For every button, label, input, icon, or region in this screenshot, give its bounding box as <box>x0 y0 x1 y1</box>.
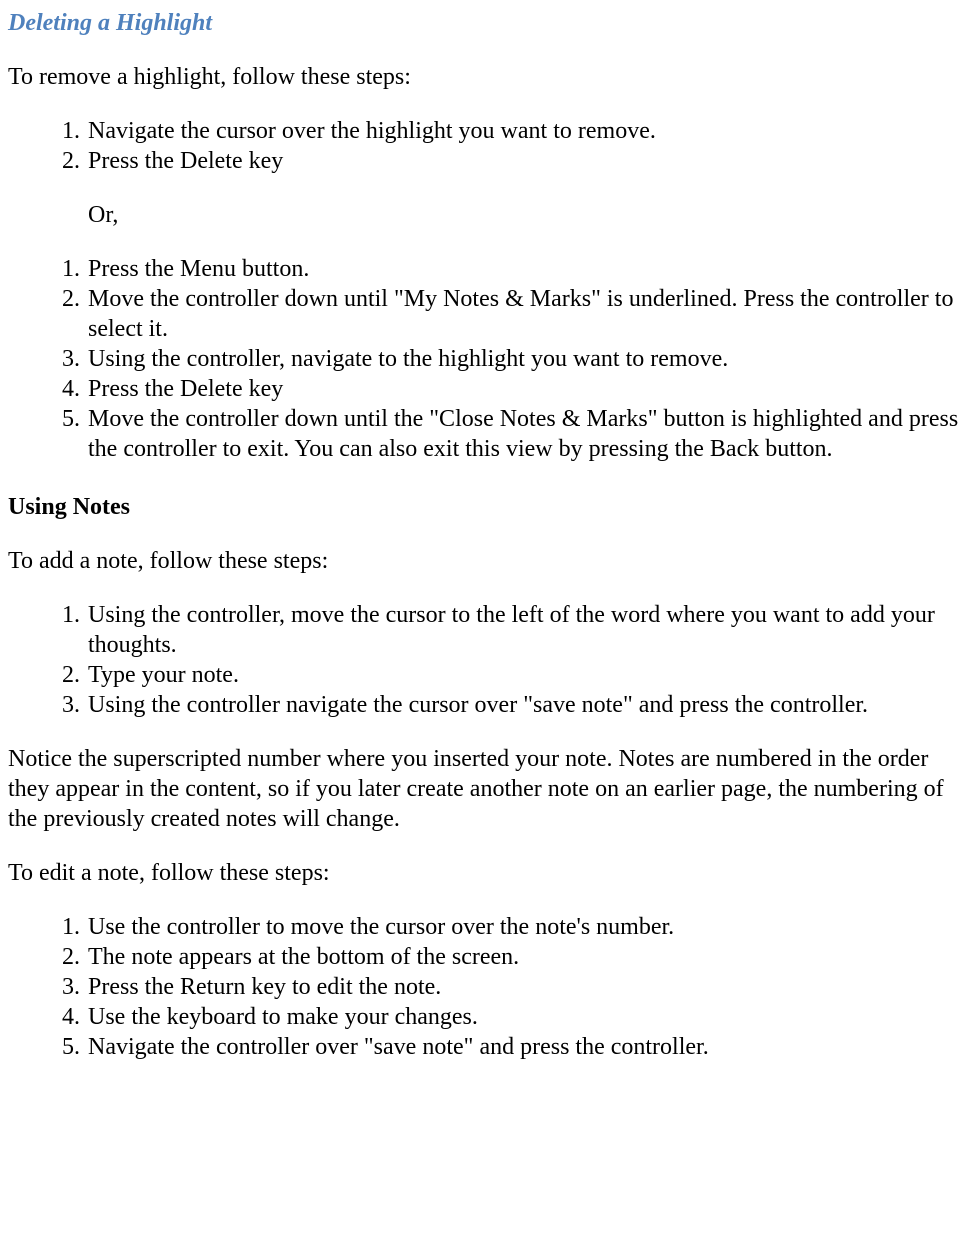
steps-list-3: Using the controller, move the cursor to… <box>8 600 967 720</box>
subheading-using-notes: Using Notes <box>8 492 967 522</box>
notice-paragraph: Notice the superscripted number where yo… <box>8 744 967 834</box>
list-item: Press the Menu button. <box>86 254 967 284</box>
list-item: Using the controller navigate the cursor… <box>86 690 967 720</box>
steps-list-2: Press the Menu button. Move the controll… <box>8 254 967 464</box>
list-item: Use the keyboard to make your changes. <box>86 1002 967 1032</box>
list-item: Press the Delete key Or, <box>86 146 967 230</box>
list-item: Press the Delete key <box>86 374 967 404</box>
list-item: Type your note. <box>86 660 967 690</box>
list-item-text: Press the Delete key <box>88 148 283 174</box>
list-item: Navigate the cursor over the highlight y… <box>86 116 967 146</box>
intro-paragraph-1: To remove a highlight, follow these step… <box>8 62 967 92</box>
list-item: Move the controller down until "My Notes… <box>86 284 967 344</box>
list-item: Navigate the controller over "save note"… <box>86 1032 967 1062</box>
steps-list-1: Navigate the cursor over the highlight y… <box>8 116 967 230</box>
list-item: Press the Return key to edit the note. <box>86 972 967 1002</box>
intro-paragraph-2: To add a note, follow these steps: <box>8 546 967 576</box>
intro-paragraph-3: To edit a note, follow these steps: <box>8 858 967 888</box>
list-item: Move the controller down until the "Clos… <box>86 404 967 464</box>
list-item: Use the controller to move the cursor ov… <box>86 912 967 942</box>
or-text: Or, <box>88 200 967 230</box>
section-heading-deleting: Deleting a Highlight <box>8 8 967 38</box>
steps-list-4: Use the controller to move the cursor ov… <box>8 912 967 1062</box>
list-item: The note appears at the bottom of the sc… <box>86 942 967 972</box>
list-item: Using the controller, move the cursor to… <box>86 600 967 660</box>
list-item: Using the controller, navigate to the hi… <box>86 344 967 374</box>
